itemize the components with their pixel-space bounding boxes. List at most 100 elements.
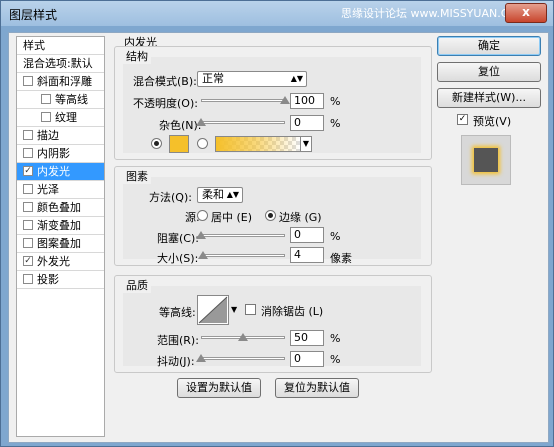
opacity-slider[interactable]: [201, 99, 285, 102]
size-slider[interactable]: [201, 254, 285, 257]
style-item[interactable]: 纹理: [17, 109, 104, 127]
range-input[interactable]: 50: [290, 330, 324, 346]
choke-slider[interactable]: [201, 234, 285, 237]
style-item-label: 渐变叠加: [37, 219, 81, 232]
reset-button[interactable]: 复位: [437, 62, 541, 82]
dialog-body: 样式 混合选项:默认 斜面和浮雕等高线纹理描边内阴影 ✓ 内发光光泽颜色叠加渐变叠加…: [8, 32, 549, 443]
style-item[interactable]: 等高线: [17, 91, 104, 109]
technique-label: 方法(Q):: [149, 191, 192, 204]
style-item[interactable]: ✓ 外发光: [17, 253, 104, 271]
contour-curve-icon: [198, 296, 228, 324]
style-item-checkbox[interactable]: [23, 238, 33, 248]
style-item-checkbox[interactable]: ✓: [23, 166, 33, 176]
style-item[interactable]: 内阴影: [17, 145, 104, 163]
opacity-input[interactable]: 100: [290, 93, 324, 109]
size-unit: 像素: [330, 252, 352, 265]
style-item-label: 纹理: [55, 111, 77, 124]
style-item-checkbox[interactable]: [23, 220, 33, 230]
noise-unit: %: [330, 117, 341, 130]
range-label: 范围(R):: [157, 334, 199, 347]
contour-label: 等高线:: [159, 306, 196, 319]
jitter-slider[interactable]: [201, 357, 285, 360]
style-item[interactable]: ✓ 内发光: [17, 163, 104, 181]
style-item-label: 外发光: [37, 255, 70, 268]
choke-input[interactable]: 0: [290, 227, 324, 243]
watermark-text: 思缘设计论坛 www.MISSYUAN.COM: [341, 7, 527, 20]
glow-color-swatch[interactable]: [169, 135, 189, 153]
ok-button[interactable]: 确定: [437, 36, 541, 56]
contour-picker[interactable]: [197, 295, 229, 325]
title-bar: 图层样式 思缘设计论坛 www.MISSYUAN.COM x: [1, 1, 553, 26]
jitter-slider-thumb[interactable]: [196, 354, 206, 362]
source-center-label: 居中 (E): [211, 211, 253, 224]
range-unit: %: [330, 332, 341, 345]
new-style-button[interactable]: 新建样式(W)...: [437, 88, 541, 108]
style-item-label: 投影: [37, 273, 59, 286]
style-item-label: 等高线: [55, 93, 88, 106]
jitter-label: 抖动(J):: [157, 355, 195, 368]
style-item-checkbox[interactable]: [23, 130, 33, 140]
layer-style-dialog: 图层样式 思缘设计论坛 www.MISSYUAN.COM x 样式 混合选项:默…: [0, 0, 554, 447]
preview-checkbox[interactable]: ✓: [457, 114, 468, 125]
style-item[interactable]: 斜面和浮雕: [17, 73, 104, 91]
style-item-checkbox[interactable]: ✓: [23, 256, 33, 266]
style-item[interactable]: 颜色叠加: [17, 199, 104, 217]
choke-label: 阻塞(C):: [157, 232, 199, 245]
style-item-label: 内发光: [37, 165, 70, 178]
choke-unit: %: [330, 230, 341, 243]
contour-dropdown-icon[interactable]: ▼: [231, 295, 238, 325]
style-list: 样式 混合选项:默认 斜面和浮雕等高线纹理描边内阴影 ✓ 内发光光泽颜色叠加渐变叠加…: [16, 36, 105, 437]
source-center-radio[interactable]: [197, 210, 208, 221]
jitter-unit: %: [330, 353, 341, 366]
close-button[interactable]: x: [505, 3, 547, 23]
solid-color-radio[interactable]: [151, 138, 162, 149]
style-item-checkbox[interactable]: [23, 202, 33, 212]
style-item-checkbox[interactable]: [41, 112, 51, 122]
style-item[interactable]: 渐变叠加: [17, 217, 104, 235]
range-slider-thumb[interactable]: [238, 333, 248, 341]
size-slider-thumb[interactable]: [197, 251, 208, 259]
style-item-label: 内阴影: [37, 147, 70, 160]
source-edge-label: 边缘 (G): [279, 211, 322, 224]
style-item-checkbox[interactable]: [23, 184, 33, 194]
blend-mode-label: 混合模式(B):: [133, 75, 197, 88]
style-item-label: 颜色叠加: [37, 201, 81, 214]
jitter-input[interactable]: 0: [290, 351, 324, 367]
antialias-checkbox[interactable]: [245, 304, 256, 315]
style-item-label: 描边: [37, 129, 59, 142]
size-input[interactable]: 4: [290, 247, 324, 263]
style-list-header[interactable]: 样式: [17, 37, 104, 55]
choke-slider-thumb[interactable]: [196, 231, 206, 239]
noise-slider-thumb[interactable]: [196, 118, 206, 126]
blend-mode-select[interactable]: 正常 ▲▼: [197, 71, 307, 87]
source-edge-radio[interactable]: [265, 210, 276, 221]
gradient-dropdown-icon[interactable]: ▼: [300, 136, 312, 152]
reset-default-button[interactable]: 复位为默认值: [275, 378, 359, 398]
window-title: 图层样式: [9, 8, 58, 22]
technique-select[interactable]: 柔和 ▲▼: [197, 187, 243, 203]
style-item-checkbox[interactable]: [23, 274, 33, 284]
opacity-slider-thumb[interactable]: [280, 96, 290, 104]
noise-slider[interactable]: [201, 121, 285, 124]
style-preview-thumbnail: [461, 135, 511, 185]
noise-input[interactable]: 0: [290, 115, 324, 131]
make-default-button[interactable]: 设置为默认值: [177, 378, 261, 398]
opacity-label: 不透明度(O):: [133, 97, 198, 110]
style-item-checkbox[interactable]: [41, 94, 51, 104]
style-item[interactable]: 图案叠加: [17, 235, 104, 253]
chevron-down-icon: ▲▼: [290, 74, 303, 83]
antialias-label: 消除锯齿 (L): [261, 305, 324, 318]
gradient-radio[interactable]: [197, 138, 208, 149]
style-item[interactable]: 光泽: [17, 181, 104, 199]
size-label: 大小(S):: [157, 252, 199, 265]
style-item-checkbox[interactable]: [23, 76, 33, 86]
style-item[interactable]: 投影: [17, 271, 104, 289]
style-item-label: 光泽: [37, 183, 59, 196]
style-item[interactable]: 描边: [17, 127, 104, 145]
quality-title: 品质: [123, 277, 151, 293]
chevron-down-icon: ▲▼: [226, 190, 239, 199]
blend-options-item[interactable]: 混合选项:默认: [17, 55, 104, 73]
style-item-checkbox[interactable]: [23, 148, 33, 158]
style-item-label: 斜面和浮雕: [37, 75, 92, 88]
glow-gradient-picker[interactable]: [215, 136, 301, 152]
